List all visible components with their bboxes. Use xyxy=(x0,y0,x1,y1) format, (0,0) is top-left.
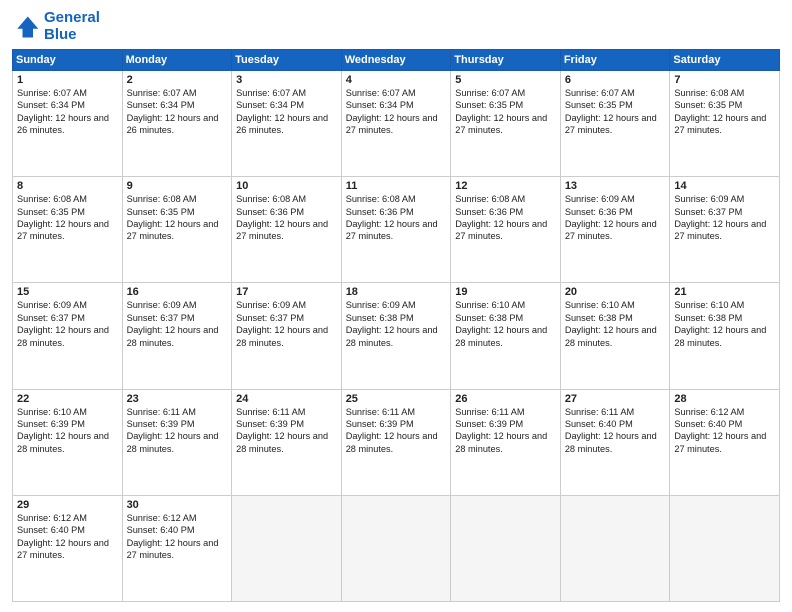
day-cell: 13 Sunrise: 6:09 AM Sunset: 6:36 PM Dayl… xyxy=(560,177,670,283)
day-cell: 10 Sunrise: 6:08 AM Sunset: 6:36 PM Dayl… xyxy=(232,177,342,283)
day-cell: 18 Sunrise: 6:09 AM Sunset: 6:38 PM Dayl… xyxy=(341,283,451,389)
week-row: 29 Sunrise: 6:12 AM Sunset: 6:40 PM Dayl… xyxy=(13,495,780,601)
header-friday: Friday xyxy=(560,50,670,71)
day-cell: 22 Sunrise: 6:10 AM Sunset: 6:39 PM Dayl… xyxy=(13,389,123,495)
day-cell: 19 Sunrise: 6:10 AM Sunset: 6:38 PM Dayl… xyxy=(451,283,561,389)
empty-cell xyxy=(560,495,670,601)
empty-cell xyxy=(341,495,451,601)
day-cell: 29 Sunrise: 6:12 AM Sunset: 6:40 PM Dayl… xyxy=(13,495,123,601)
header-sunday: Sunday xyxy=(13,50,123,71)
day-cell: 23 Sunrise: 6:11 AM Sunset: 6:39 PM Dayl… xyxy=(122,389,232,495)
day-cell: 20 Sunrise: 6:10 AM Sunset: 6:38 PM Dayl… xyxy=(560,283,670,389)
day-cell: 14 Sunrise: 6:09 AM Sunset: 6:37 PM Dayl… xyxy=(670,177,780,283)
day-cell: 26 Sunrise: 6:11 AM Sunset: 6:39 PM Dayl… xyxy=(451,389,561,495)
week-row: 15 Sunrise: 6:09 AM Sunset: 6:37 PM Dayl… xyxy=(13,283,780,389)
day-cell: 30 Sunrise: 6:12 AM Sunset: 6:40 PM Dayl… xyxy=(122,495,232,601)
day-cell: 2 Sunrise: 6:07 AM Sunset: 6:34 PM Dayli… xyxy=(122,71,232,177)
header-saturday: Saturday xyxy=(670,50,780,71)
header: General Blue xyxy=(12,10,780,43)
week-row: 8 Sunrise: 6:08 AM Sunset: 6:35 PM Dayli… xyxy=(13,177,780,283)
logo: General Blue xyxy=(12,10,100,43)
header-wednesday: Wednesday xyxy=(341,50,451,71)
day-cell: 9 Sunrise: 6:08 AM Sunset: 6:35 PM Dayli… xyxy=(122,177,232,283)
day-cell: 28 Sunrise: 6:12 AM Sunset: 6:40 PM Dayl… xyxy=(670,389,780,495)
day-cell: 21 Sunrise: 6:10 AM Sunset: 6:38 PM Dayl… xyxy=(670,283,780,389)
day-cell: 17 Sunrise: 6:09 AM Sunset: 6:37 PM Dayl… xyxy=(232,283,342,389)
day-cell: 6 Sunrise: 6:07 AM Sunset: 6:35 PM Dayli… xyxy=(560,71,670,177)
header-monday: Monday xyxy=(122,50,232,71)
day-cell: 11 Sunrise: 6:08 AM Sunset: 6:36 PM Dayl… xyxy=(341,177,451,283)
day-cell: 15 Sunrise: 6:09 AM Sunset: 6:37 PM Dayl… xyxy=(13,283,123,389)
day-cell: 3 Sunrise: 6:07 AM Sunset: 6:34 PM Dayli… xyxy=(232,71,342,177)
day-cell: 25 Sunrise: 6:11 AM Sunset: 6:39 PM Dayl… xyxy=(341,389,451,495)
logo-text: General Blue xyxy=(44,10,100,43)
week-row: 22 Sunrise: 6:10 AM Sunset: 6:39 PM Dayl… xyxy=(13,389,780,495)
day-cell: 16 Sunrise: 6:09 AM Sunset: 6:37 PM Dayl… xyxy=(122,283,232,389)
day-cell: 5 Sunrise: 6:07 AM Sunset: 6:35 PM Dayli… xyxy=(451,71,561,177)
empty-cell xyxy=(451,495,561,601)
day-headers: Sunday Monday Tuesday Wednesday Thursday… xyxy=(13,50,780,71)
day-cell: 8 Sunrise: 6:08 AM Sunset: 6:35 PM Dayli… xyxy=(13,177,123,283)
header-thursday: Thursday xyxy=(451,50,561,71)
day-cell: 7 Sunrise: 6:08 AM Sunset: 6:35 PM Dayli… xyxy=(670,71,780,177)
header-tuesday: Tuesday xyxy=(232,50,342,71)
day-cell: 24 Sunrise: 6:11 AM Sunset: 6:39 PM Dayl… xyxy=(232,389,342,495)
empty-cell xyxy=(670,495,780,601)
day-cell: 1 Sunrise: 6:07 AMSunset: 6:34 PMDayligh… xyxy=(13,71,123,177)
day-cell: 27 Sunrise: 6:11 AM Sunset: 6:40 PM Dayl… xyxy=(560,389,670,495)
page: General Blue Sunday Monday Tuesday Wedne… xyxy=(0,0,792,612)
day-cell: 12 Sunrise: 6:08 AM Sunset: 6:36 PM Dayl… xyxy=(451,177,561,283)
empty-cell xyxy=(232,495,342,601)
logo-icon xyxy=(12,13,40,41)
day-cell: 4 Sunrise: 6:07 AM Sunset: 6:34 PM Dayli… xyxy=(341,71,451,177)
week-row: 1 Sunrise: 6:07 AMSunset: 6:34 PMDayligh… xyxy=(13,71,780,177)
calendar: Sunday Monday Tuesday Wednesday Thursday… xyxy=(12,49,780,602)
